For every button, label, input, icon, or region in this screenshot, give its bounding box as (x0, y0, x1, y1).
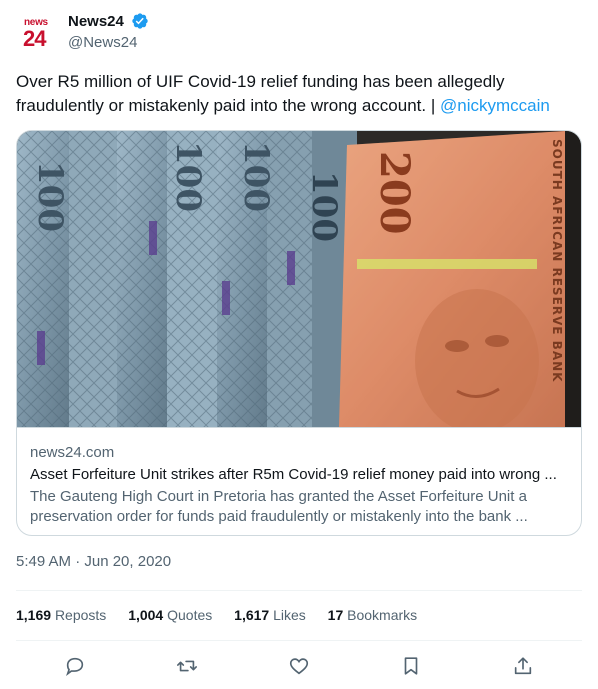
card-image[interactable]: 100 100 100 100 200 SOUTH AFRICAN RESERV… (17, 131, 581, 427)
author-names: News24 @News24 (68, 12, 149, 51)
verified-badge-icon (131, 12, 149, 30)
card-title[interactable]: Asset Forfeiture Unit strikes after R5m … (30, 465, 570, 485)
note-label-bank: SOUTH AFRICAN RESERVE BANK (550, 139, 564, 382)
card-description: The Gauteng High Court in Pretoria has g… (30, 488, 528, 525)
card-domain: news24.com (30, 444, 115, 461)
note-label-100-b: 100 (168, 141, 208, 212)
tweet-body: Over R5 million of UIF Covid-19 relief f… (16, 72, 505, 115)
likes-label: Likes (273, 607, 306, 623)
action-bar (16, 652, 582, 680)
bookmarks-stat[interactable]: 17 Bookmarks (328, 607, 418, 623)
card-divider (17, 427, 581, 428)
reposts-stat[interactable]: 1,169 Reposts (16, 607, 106, 623)
like-button[interactable] (285, 652, 313, 680)
avatar-logo-big: 24 (23, 26, 47, 51)
engagement-stats: 1,169 Reposts 1,004 Quotes 1,617 Likes 1… (16, 607, 435, 623)
note-label-100-d: 100 (304, 171, 344, 242)
author-handle[interactable]: @News24 (68, 34, 149, 51)
quotes-count: 1,004 (128, 607, 164, 623)
bookmarks-label: Bookmarks (347, 607, 418, 623)
link-card[interactable]: 100 100 100 100 200 SOUTH AFRICAN RESERV… (16, 130, 582, 536)
divider (16, 590, 582, 591)
quotes-label: Quotes (167, 607, 213, 623)
tweet-text: Over R5 million of UIF Covid-19 relief f… (16, 70, 582, 118)
author-display-name[interactable]: News24 (68, 13, 124, 30)
note-label-100-a: 100 (30, 161, 70, 232)
likes-stat[interactable]: 1,617 Likes (234, 607, 306, 623)
likes-count: 1,617 (234, 607, 270, 623)
note-label-100-c: 100 (236, 141, 276, 212)
tweet-header: news 24 News24 @News24 (16, 10, 582, 58)
reposts-count: 1,169 (16, 607, 52, 623)
share-button[interactable] (509, 652, 537, 680)
repost-button[interactable] (173, 652, 201, 680)
tweet-timestamp[interactable]: 5:49 AM · Jun 20, 2020 (16, 553, 171, 570)
avatar[interactable]: news 24 (16, 14, 56, 54)
bookmark-button[interactable] (397, 652, 425, 680)
repost-icon (177, 660, 197, 672)
reply-icon (66, 657, 84, 677)
bookmarks-count: 17 (327, 607, 344, 623)
reposts-label: Reposts (54, 607, 107, 623)
like-icon (289, 658, 309, 675)
reply-button[interactable] (61, 652, 89, 680)
divider (16, 640, 582, 641)
note-label-200: 200 (371, 151, 418, 235)
mention-link[interactable]: @nickymccain (440, 96, 550, 115)
share-icon (514, 657, 532, 675)
bookmark-icon (404, 657, 418, 675)
quotes-stat[interactable]: 1,004 Quotes (128, 607, 212, 623)
